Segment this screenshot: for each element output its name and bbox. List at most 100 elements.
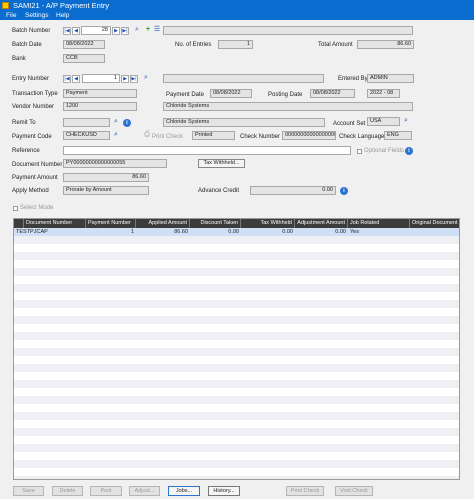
new-batch-icon[interactable]: + bbox=[144, 26, 152, 34]
remit-to-label: Remit To bbox=[12, 120, 36, 126]
empty-row[interactable] bbox=[14, 460, 459, 468]
empty-row[interactable] bbox=[14, 428, 459, 436]
empty-row[interactable] bbox=[14, 236, 459, 244]
empty-row[interactable] bbox=[14, 268, 459, 276]
advance-credit-field[interactable]: 0.00 bbox=[250, 186, 336, 195]
first-batch-icon[interactable]: |◀ bbox=[63, 27, 71, 35]
app-icon bbox=[2, 2, 9, 9]
cell-payment-number: 1 bbox=[130, 229, 134, 235]
entry-number-input[interactable]: 1 bbox=[82, 74, 120, 83]
col-document-number[interactable]: Document Number bbox=[24, 219, 86, 228]
empty-row[interactable] bbox=[14, 388, 459, 396]
menu-file[interactable]: File bbox=[6, 12, 16, 19]
table-row[interactable]: TESTPJCAP 1 86.60 0.00 0.00 0.00 Yes bbox=[14, 228, 459, 236]
batch-info-icon[interactable]: ☰ bbox=[153, 26, 161, 34]
transaction-type-field[interactable]: Payment bbox=[63, 89, 137, 98]
empty-row[interactable] bbox=[14, 308, 459, 316]
document-number-field: PY00000000000000055 bbox=[63, 159, 167, 168]
empty-row[interactable] bbox=[14, 396, 459, 404]
empty-row[interactable] bbox=[14, 436, 459, 444]
col-job-related[interactable]: Job Related bbox=[348, 219, 410, 228]
col-tax-withheld[interactable]: Tax Withheld bbox=[241, 219, 295, 228]
print-check-icon[interactable]: ⎙ bbox=[143, 131, 151, 139]
empty-row[interactable] bbox=[14, 364, 459, 372]
account-set-search-icon[interactable]: ⌕ bbox=[402, 117, 410, 125]
remit-zoom-icon[interactable]: i bbox=[123, 119, 131, 127]
print-check-button[interactable]: Print Check bbox=[286, 486, 324, 496]
col-adjustment-amount[interactable]: Adjustment Amount bbox=[295, 219, 348, 228]
title-bar: SAMI21 - A/P Payment Entry bbox=[0, 0, 474, 11]
remit-search-icon[interactable]: ⌕ bbox=[112, 118, 120, 126]
next-batch-icon[interactable]: ▶ bbox=[112, 27, 120, 35]
empty-row[interactable] bbox=[14, 468, 459, 476]
empty-row[interactable] bbox=[14, 404, 459, 412]
jobs-button[interactable]: Jobs... bbox=[168, 486, 200, 496]
previous-batch-icon[interactable]: ◀ bbox=[72, 27, 80, 35]
empty-row[interactable] bbox=[14, 244, 459, 252]
empty-row[interactable] bbox=[14, 284, 459, 292]
cell-applied-amount: 86.60 bbox=[174, 229, 188, 235]
empty-row[interactable] bbox=[14, 444, 459, 452]
empty-row[interactable] bbox=[14, 356, 459, 364]
col-payment-number[interactable]: Payment Number bbox=[86, 219, 136, 228]
tax-withheld-button[interactable]: Tax Withheld... bbox=[198, 159, 245, 168]
empty-row[interactable] bbox=[14, 300, 459, 308]
empty-row[interactable] bbox=[14, 316, 459, 324]
search-icon[interactable]: ⌕ bbox=[133, 26, 141, 34]
year-period-field[interactable]: 2022 - 08 bbox=[367, 89, 400, 98]
batch-description-field[interactable] bbox=[163, 26, 413, 35]
col-original-document[interactable]: Original Document bbox=[410, 219, 459, 228]
first-entry-icon[interactable]: |◀ bbox=[63, 75, 71, 83]
history-button[interactable]: History... bbox=[208, 486, 240, 496]
empty-row[interactable] bbox=[14, 348, 459, 356]
empty-row[interactable] bbox=[14, 372, 459, 380]
apply-method-select[interactable]: Prorate by Amount bbox=[63, 186, 149, 195]
empty-row[interactable] bbox=[14, 340, 459, 348]
payment-amount-field[interactable]: 86.60 bbox=[63, 173, 149, 182]
empty-row[interactable] bbox=[14, 452, 459, 460]
empty-row[interactable] bbox=[14, 380, 459, 388]
empty-row[interactable] bbox=[14, 276, 459, 284]
empty-row[interactable] bbox=[14, 476, 459, 479]
optional-fields-zoom-icon[interactable]: i bbox=[405, 147, 413, 155]
void-check-button[interactable]: Void Check bbox=[335, 486, 373, 496]
empty-row[interactable] bbox=[14, 252, 459, 260]
next-entry-icon[interactable]: ▶ bbox=[121, 75, 129, 83]
posting-date-field[interactable]: 08/08/2022 bbox=[310, 89, 355, 98]
empty-row[interactable] bbox=[14, 332, 459, 340]
last-entry-icon[interactable]: ▶| bbox=[130, 75, 138, 83]
advance-credit-zoom-icon[interactable]: i bbox=[340, 187, 348, 195]
delete-button[interactable]: Delete bbox=[52, 486, 83, 496]
empty-row[interactable] bbox=[14, 260, 459, 268]
col-applied-amount[interactable]: Applied Amount bbox=[136, 219, 190, 228]
remit-to-field[interactable] bbox=[63, 118, 110, 127]
vendor-name-field: Chloride Systems bbox=[163, 102, 413, 111]
empty-row[interactable] bbox=[14, 292, 459, 300]
post-button[interactable]: Post bbox=[90, 486, 122, 496]
empty-row[interactable] bbox=[14, 412, 459, 420]
menu-help[interactable]: Help bbox=[56, 12, 69, 19]
entry-search-icon[interactable]: ⌕ bbox=[142, 74, 150, 82]
select-mode-checkbox[interactable] bbox=[13, 206, 18, 211]
batch-date-field[interactable]: 08/08/2022 bbox=[63, 40, 105, 49]
vendor-number-field[interactable]: 1200 bbox=[63, 102, 137, 111]
last-batch-icon[interactable]: ▶| bbox=[121, 27, 129, 35]
col-discount-taken[interactable]: Discount Taken bbox=[190, 219, 241, 228]
entry-description-field[interactable] bbox=[163, 74, 324, 83]
payment-date-label: Payment Date bbox=[166, 92, 205, 98]
batch-number-input[interactable]: 28 bbox=[81, 26, 111, 35]
payment-code-field[interactable]: CHECKUSD bbox=[63, 131, 110, 140]
payment-date-field[interactable]: 08/08/2022 bbox=[210, 89, 252, 98]
reference-input[interactable] bbox=[63, 146, 351, 155]
previous-entry-icon[interactable]: ◀ bbox=[72, 75, 80, 83]
posting-date-label: Posting Date bbox=[268, 92, 303, 98]
menu-settings[interactable]: Settings bbox=[25, 12, 49, 19]
adjust-button[interactable]: Adjust... bbox=[129, 486, 160, 496]
empty-row[interactable] bbox=[14, 324, 459, 332]
payment-code-search-icon[interactable]: ⌕ bbox=[112, 131, 120, 139]
vendor-number-label: Vendor Number bbox=[12, 104, 55, 110]
empty-row[interactable] bbox=[14, 420, 459, 428]
save-button[interactable]: Save bbox=[13, 486, 44, 496]
transaction-type-label: Transaction Type bbox=[12, 91, 58, 97]
applied-documents-grid[interactable]: Document Number Payment Number Applied A… bbox=[13, 218, 460, 480]
